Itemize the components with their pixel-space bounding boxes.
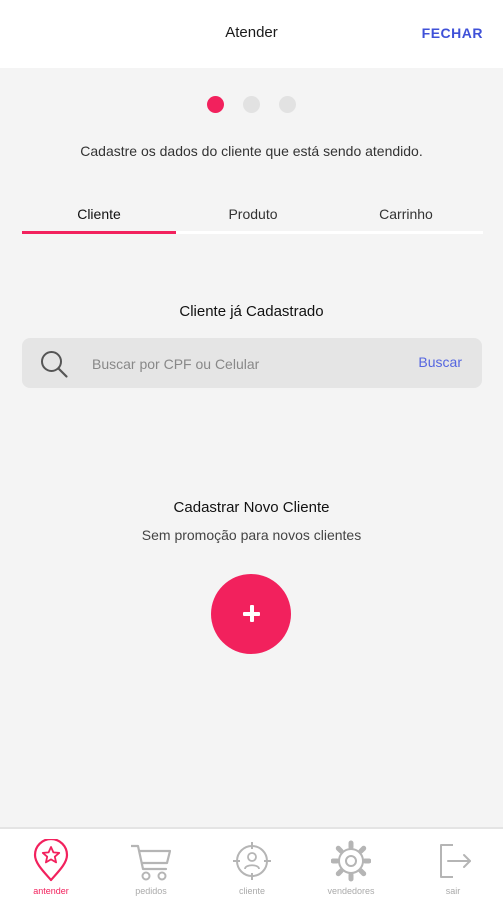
tab-produto[interactable]: Produto xyxy=(176,198,330,234)
top-bar: Atender FECHAR xyxy=(0,0,503,68)
nav-label: sair xyxy=(445,886,461,896)
star-pin-icon xyxy=(33,839,69,882)
nav-label: vendedores xyxy=(327,886,375,896)
nav-label: antender xyxy=(33,886,69,896)
bottom-navigation: antender pedidos cliente vendedores sair xyxy=(0,827,503,902)
step-dot-1 xyxy=(207,96,224,113)
nav-atender[interactable]: antender xyxy=(1,829,101,902)
search-icon xyxy=(39,349,69,379)
tab-bar: Cliente Produto Carrinho xyxy=(22,198,483,234)
search-input[interactable] xyxy=(90,350,394,378)
step-indicator xyxy=(0,96,503,114)
tab-cliente[interactable]: Cliente xyxy=(22,198,176,234)
step-dot-2 xyxy=(243,96,260,113)
step-dot-3 xyxy=(279,96,296,113)
nav-label: cliente xyxy=(238,886,265,896)
nav-label: pedidos xyxy=(135,886,167,896)
nav-sair[interactable]: sair xyxy=(403,829,503,902)
gear-icon xyxy=(331,840,371,882)
add-client-button[interactable] xyxy=(211,574,291,654)
nav-pedidos[interactable]: pedidos xyxy=(101,829,201,902)
tab-carrinho[interactable]: Carrinho xyxy=(329,198,483,234)
person-target-icon xyxy=(233,842,271,880)
close-button[interactable]: FECHAR xyxy=(422,25,483,41)
nav-vendedores[interactable]: vendedores xyxy=(301,829,401,902)
instruction-text: Cadastre os dados do cliente que está se… xyxy=(80,143,423,159)
search-button[interactable]: Buscar xyxy=(418,354,462,370)
new-client-note: Sem promoção para novos clientes xyxy=(141,527,362,543)
existing-client-title: Cliente já Cadastrado xyxy=(179,303,324,320)
nav-cliente[interactable]: cliente xyxy=(202,829,302,902)
new-client-title: Cadastrar Novo Cliente xyxy=(173,499,330,516)
exit-icon xyxy=(440,844,471,878)
search-bar: Buscar xyxy=(22,338,482,388)
cart-icon xyxy=(131,844,171,881)
